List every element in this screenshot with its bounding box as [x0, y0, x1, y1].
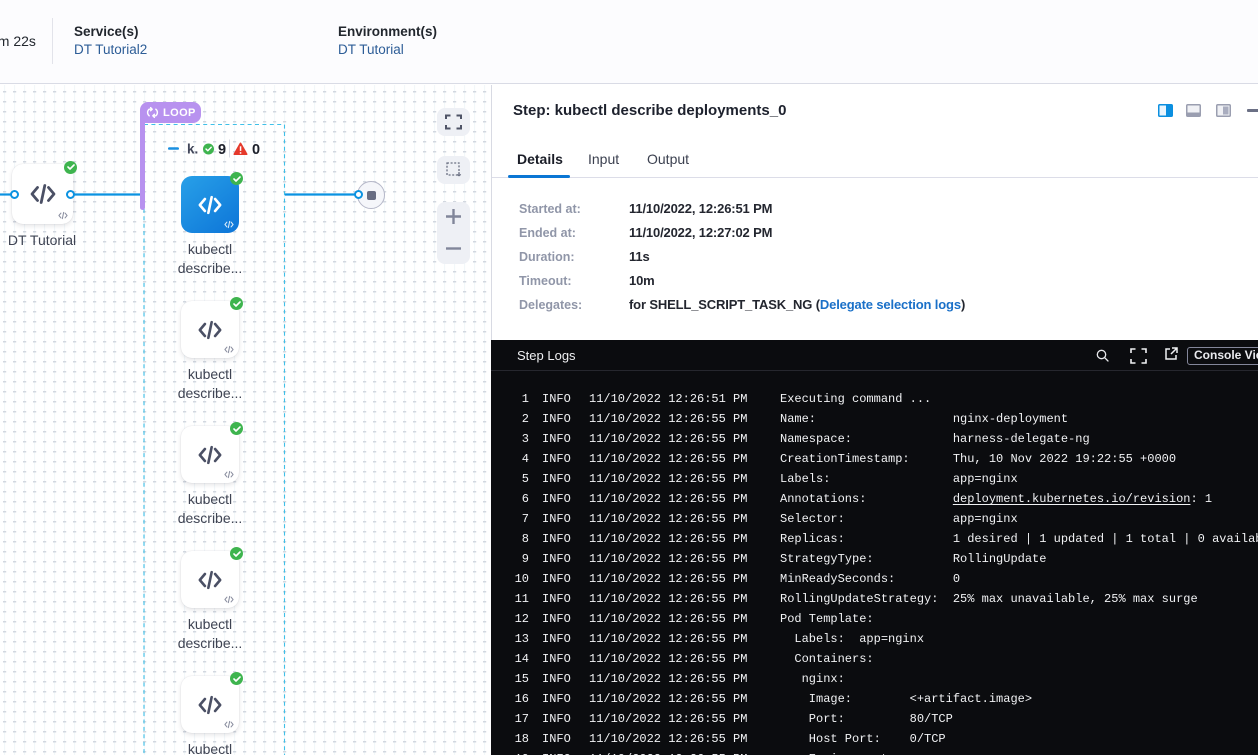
svg-text:k.: k. — [187, 142, 198, 157]
svg-text:9: 9 — [218, 142, 226, 158]
svg-text:0: 0 — [252, 142, 260, 158]
